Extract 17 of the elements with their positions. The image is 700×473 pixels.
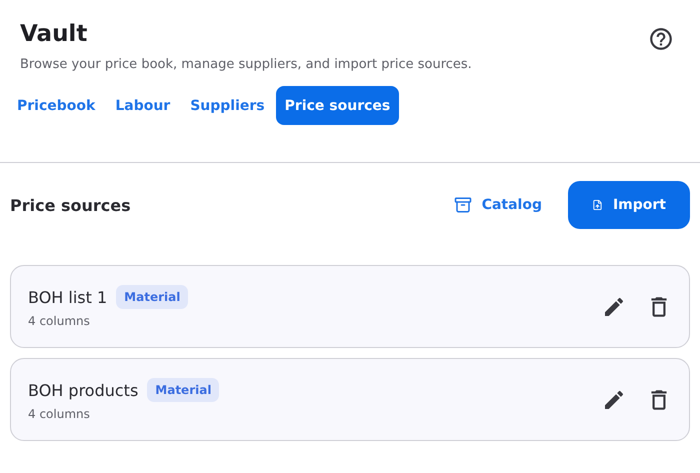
- tab[interactable]: Suppliers: [181, 86, 274, 125]
- section-title: Price sources: [10, 196, 132, 214]
- page-subtitle: Browse your price book, manage suppliers, and import price sources.: [20, 56, 473, 74]
- page-title: Vault: [20, 20, 88, 48]
- type-tag: Material: [116, 285, 188, 309]
- tab[interactable]: Price sources: [276, 86, 400, 125]
- import-button[interactable]: Import: [568, 181, 690, 229]
- archive-box-icon: [454, 196, 472, 214]
- column-count: 4 columns: [28, 314, 91, 328]
- source-name: BOH list 1: [28, 288, 108, 306]
- column-count: 4 columns: [28, 407, 91, 421]
- type-tag: Material: [147, 378, 220, 402]
- tab[interactable]: Labour: [106, 86, 180, 125]
- help-icon[interactable]: [648, 26, 674, 52]
- tab[interactable]: Pricebook: [8, 86, 104, 125]
- source-name: BOH products: [28, 380, 138, 400]
- catalog-button[interactable]: Catalog: [444, 185, 552, 225]
